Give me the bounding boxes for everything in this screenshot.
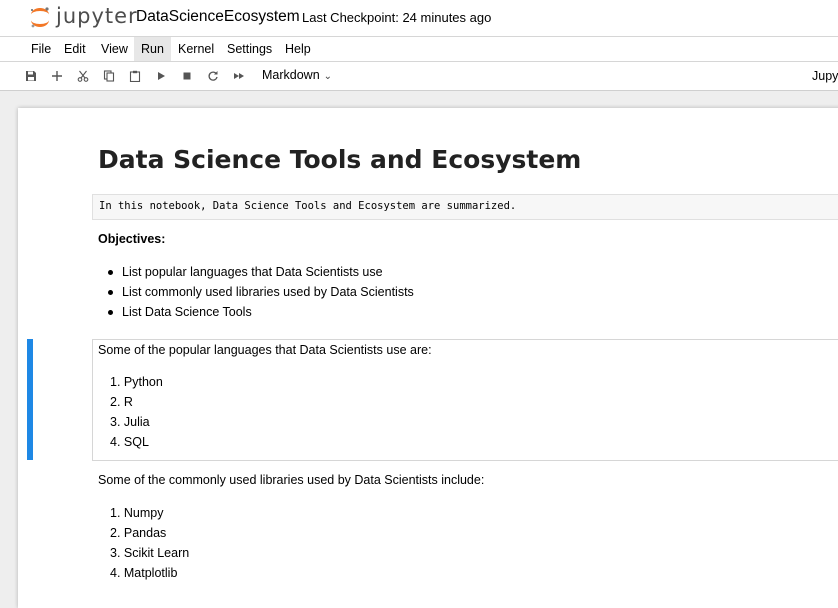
cut-icon[interactable] — [75, 68, 91, 84]
cell-type-label: Markdown — [262, 68, 320, 82]
list-item: 3. Scikit Learn — [110, 546, 190, 560]
list-item: 3. Julia — [110, 415, 150, 429]
list-item: 4. Matplotlib — [110, 566, 178, 580]
menu-edit[interactable]: Edit — [57, 37, 93, 61]
list-item: 1. Python — [110, 375, 163, 389]
jupyter-logo-text: jupyter — [56, 4, 138, 28]
menu-settings[interactable]: Settings — [220, 37, 279, 61]
stop-icon[interactable] — [179, 68, 195, 84]
top-header: jupyter DataScienceEcosystem Last Checkp… — [0, 0, 838, 37]
list-item: List commonly used libraries used by Dat… — [106, 284, 414, 304]
menubar: File Edit View Run Kernel Settings Help — [0, 37, 838, 62]
notebook-toolbar: Markdown⌄ Jupyt — [0, 62, 838, 91]
menu-view[interactable]: View — [94, 37, 135, 61]
objectives-heading: Objectives: — [98, 232, 166, 246]
languages-list: 1. Python 2. R 3. Julia 4. SQL — [110, 372, 163, 452]
list-item: List popular languages that Data Scienti… — [106, 264, 414, 284]
libraries-list: 1. Numpy 2. Pandas 3. Scikit Learn 4. Ma… — [110, 503, 189, 583]
kernel-name[interactable]: Jupyt — [812, 69, 838, 83]
jupyter-logo-icon[interactable] — [28, 5, 52, 29]
add-cell-icon[interactable] — [49, 68, 65, 84]
menu-file[interactable]: File — [24, 37, 58, 61]
menu-run[interactable]: Run — [134, 37, 171, 61]
intro-raw-cell[interactable]: In this notebook, Data Science Tools and… — [92, 194, 838, 220]
save-icon[interactable] — [23, 68, 39, 84]
chevron-down-icon: ⌄ — [323, 71, 333, 82]
checkpoint-status: Last Checkpoint: 24 minutes ago — [302, 10, 492, 25]
restart-icon[interactable] — [205, 68, 221, 84]
run-icon[interactable] — [153, 68, 169, 84]
list-item: 2. Pandas — [110, 526, 167, 540]
menu-help[interactable]: Help — [278, 37, 318, 61]
copy-icon[interactable] — [101, 68, 117, 84]
list-item: 4. SQL — [110, 435, 149, 449]
intro-text: In this notebook, Data Science Tools and… — [99, 200, 517, 212]
notebook-title: Data Science Tools and Ecosystem — [98, 145, 582, 174]
list-item: 1. Numpy — [110, 506, 164, 520]
notebook-name[interactable]: DataScienceEcosystem — [136, 8, 300, 26]
objectives-list: List popular languages that Data Scienti… — [106, 264, 414, 324]
paste-icon[interactable] — [127, 68, 143, 84]
active-cell-indicator — [27, 339, 33, 460]
menu-kernel[interactable]: Kernel — [171, 37, 221, 61]
list-item: List Data Science Tools — [106, 304, 414, 324]
list-item: 2. R — [110, 395, 133, 409]
fast-forward-icon[interactable] — [231, 68, 247, 84]
languages-cell[interactable] — [92, 339, 838, 461]
cell-type-dropdown[interactable]: Markdown ⌄ — [262, 68, 332, 82]
languages-intro: Some of the popular languages that Data … — [98, 343, 432, 357]
libraries-intro: Some of the commonly used libraries used… — [98, 473, 485, 487]
